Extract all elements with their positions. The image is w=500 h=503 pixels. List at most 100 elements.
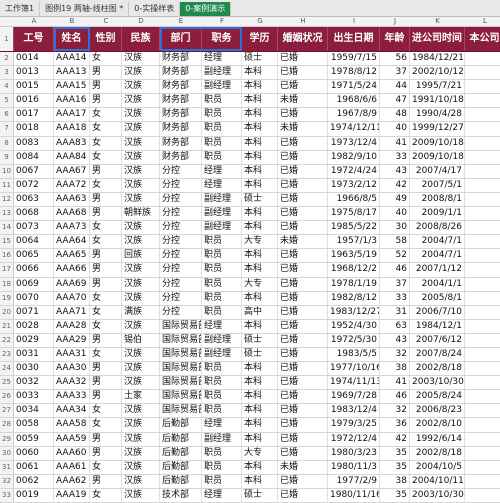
table-cell[interactable]: 男 [90,66,122,80]
table-cell[interactable]: 技术部 [160,488,202,502]
table-cell[interactable]: 2002/8/10 [410,418,465,432]
table-cell[interactable]: 分控 [160,164,202,178]
column-letter-i[interactable]: I [328,17,380,26]
table-cell[interactable]: AAA65 [54,249,90,263]
table-cell[interactable]: 1963/5/19 [328,249,380,263]
table-cell[interactable]: 2006/8/23 [410,404,465,418]
column-letter-b[interactable]: B [54,17,90,26]
table-cell[interactable]: 1968/12/2 [328,263,380,277]
table-cell[interactable]: 49 [380,192,410,207]
column-letter-a[interactable]: A [14,17,54,26]
table-cell[interactable]: 后勤部 [160,418,202,432]
table-cell[interactable]: 0033 [14,390,54,404]
row-number[interactable]: 8 [0,136,14,150]
table-cell[interactable]: 0063 [14,192,54,207]
table-cell[interactable]: 1952/4/30 [328,319,380,333]
table-cell[interactable]: 本科 [242,207,278,221]
table-cell[interactable]: 0062 [14,474,54,488]
table-cell[interactable]: 0019 [14,488,54,502]
table-cell[interactable]: 职员 [202,263,242,277]
table-cell[interactable]: 本科 [242,432,278,446]
row-number[interactable]: 19 [0,291,14,305]
table-cell[interactable]: 男 [90,446,122,460]
header-cell[interactable]: 学历 [242,27,278,51]
table-cell[interactable]: 1977/10/16 [328,362,380,376]
table-cell[interactable]: AAA33 [54,390,90,404]
table-cell[interactable]: 女 [90,150,122,164]
table-cell[interactable]: 37 [380,277,410,291]
table-cell[interactable]: AAA68 [54,207,90,221]
table-cell[interactable]: 1985/5/22 [328,221,380,235]
table-cell[interactable]: 经理 [202,178,242,192]
table-cell[interactable]: 汉族 [122,80,160,94]
table-cell[interactable]: 2007/6/12 [410,333,465,347]
table-cell[interactable]: 1977/2/9 [328,474,380,488]
table-cell[interactable]: 男 [90,263,122,277]
table-cell[interactable]: 40 [380,207,410,221]
table-cell[interactable]: 0028 [14,319,54,333]
table-cell[interactable]: 0069 [14,277,54,291]
table-cell[interactable]: 汉族 [122,178,160,192]
row-number[interactable]: 31 [0,460,14,474]
table-cell[interactable]: 女 [90,404,122,418]
row-number[interactable]: 12 [0,192,14,207]
row-number[interactable]: 11 [0,178,14,192]
table-cell[interactable]: AAA18 [54,122,90,136]
table-cell[interactable]: 0064 [14,235,54,249]
column-letter-h[interactable]: H [278,17,328,26]
table-cell[interactable]: 女 [90,122,122,136]
table-cell[interactable]: 已婚 [278,474,328,488]
table-cell[interactable]: 男 [90,333,122,347]
table-cell[interactable]: 女 [90,235,122,249]
table-cell[interactable]: 汉族 [122,319,160,333]
table-cell[interactable]: 大专 [242,235,278,249]
table-cell[interactable]: 土家 [122,390,160,404]
table-cell[interactable]: 38 [380,474,410,488]
table-cell[interactable]: 职员 [202,446,242,460]
table-cell[interactable]: 46 [380,263,410,277]
table-cell[interactable]: 本科 [242,164,278,178]
table-cell[interactable]: 1957/1/3 [328,235,380,249]
table-cell[interactable]: AAA17 [54,108,90,122]
table-cell[interactable]: 男 [90,207,122,221]
row-number[interactable]: 14 [0,221,14,235]
table-cell[interactable]: 0072 [14,178,54,192]
row-number[interactable]: 30 [0,446,14,460]
table-cell[interactable]: 女 [90,221,122,235]
table-cell[interactable]: 本科 [242,150,278,164]
table-cell[interactable]: 1966/8/5 [328,192,380,207]
table-cell[interactable]: 2007/1/12 [410,263,465,277]
table-cell[interactable]: 1995/7/21 [410,80,465,94]
table-cell[interactable]: 40 [380,122,410,136]
table-cell[interactable]: 1983/5/5 [328,347,380,362]
table-cell[interactable]: 已婚 [278,178,328,192]
table-cell[interactable]: 38 [380,362,410,376]
table-cell[interactable]: 高中 [242,305,278,319]
table-cell[interactable]: 0065 [14,249,54,263]
table-cell[interactable]: 已婚 [278,249,328,263]
table-cell[interactable]: 1980/11/16 [328,488,380,502]
table-cell[interactable]: 分控 [160,277,202,291]
table-cell[interactable]: AAA84 [54,150,90,164]
table-cell[interactable]: 1974/11/13 [328,376,380,390]
table-cell[interactable]: 44 [380,80,410,94]
table-cell[interactable]: 朝鲜族 [122,207,160,221]
table-cell[interactable]: 职员 [202,136,242,150]
table-cell[interactable]: 女 [90,52,122,66]
table-cell[interactable]: 1984/12/1 [410,319,465,333]
table-cell[interactable]: 分控 [160,291,202,305]
header-cell[interactable]: 性别 [90,27,122,51]
row-number[interactable]: 13 [0,207,14,221]
table-cell[interactable]: 1973/2/12 [328,178,380,192]
table-cell[interactable]: 汉族 [122,404,160,418]
table-cell[interactable]: 1983/12/4 [328,404,380,418]
table-cell[interactable]: 财务部 [160,94,202,108]
table-cell[interactable]: 30 [380,221,410,235]
table-cell[interactable]: 职员 [202,122,242,136]
table-cell[interactable]: 0030 [14,362,54,376]
row-number[interactable]: 29 [0,432,14,446]
table-cell[interactable]: 国际贸易部 [160,347,202,362]
row-number[interactable]: 16 [0,249,14,263]
table-cell[interactable]: 2009/10/18 [410,136,465,150]
table-cell[interactable]: 1980/11/3 [328,460,380,474]
